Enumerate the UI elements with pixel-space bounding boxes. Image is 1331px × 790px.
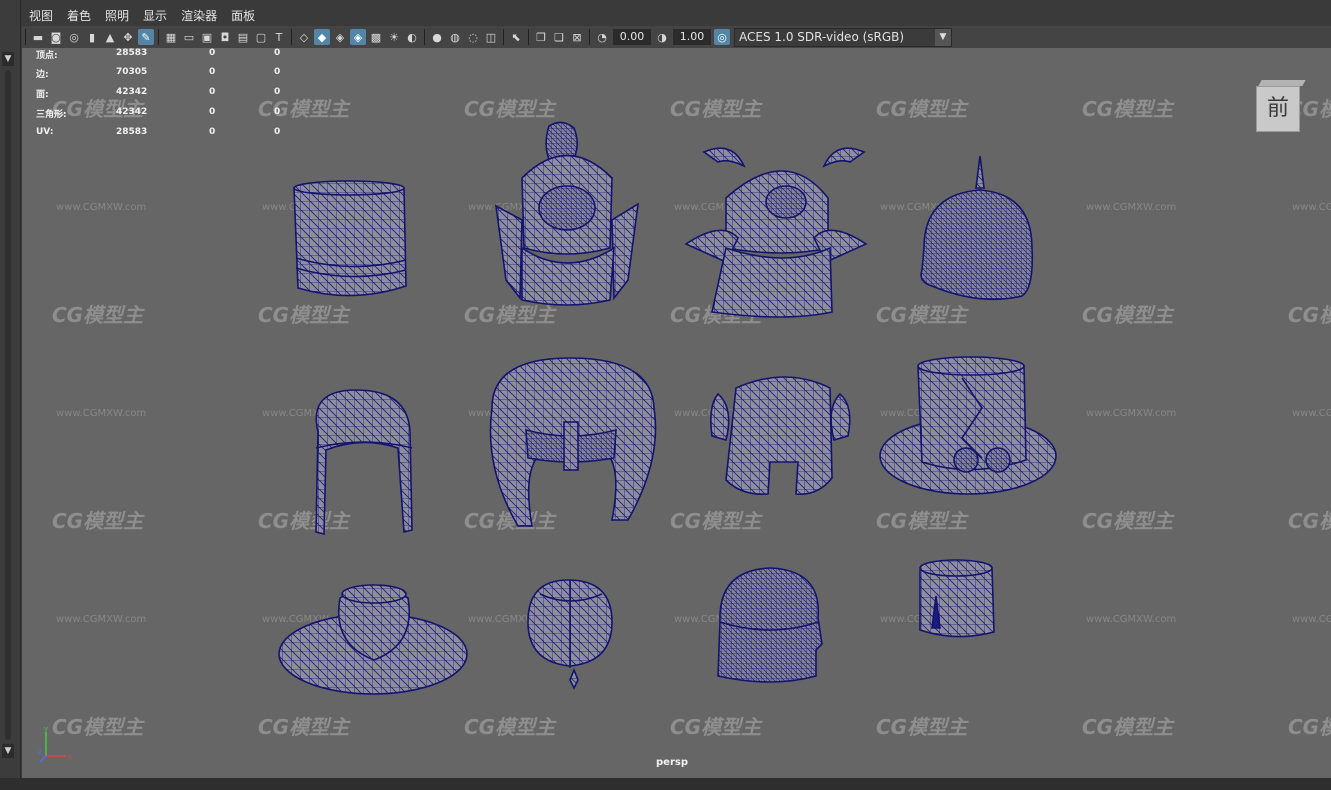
xray-icon[interactable]: ❐ [533, 29, 549, 45]
scroll-down-arrow-icon[interactable]: ▼ [2, 744, 14, 758]
menu-panels[interactable]: 面板 [224, 4, 262, 26]
camera-attributes-icon[interactable]: ◙ [48, 29, 64, 45]
camera-name-label: persp [656, 757, 688, 768]
motion-blur-icon[interactable]: ◍ [447, 29, 463, 45]
ambient-occlusion-icon[interactable]: ● [429, 29, 445, 45]
svg-text:x: x [68, 753, 72, 761]
cylinder-cap-model[interactable] [293, 180, 407, 297]
smooth-shade-icon[interactable]: ◆ [314, 29, 330, 45]
steampunk-top-hat-model[interactable] [879, 356, 1057, 495]
panel-toolbar: ▬ ◙ ◎ ▮ ▲ ✥ ✎ ▦ ▭ ▣ ◘ ▤ ▢ T ◇ ◆ ◈ ◈ ▩ ☀ … [22, 26, 1331, 48]
wireframe-icon[interactable]: ◇ [296, 29, 312, 45]
field-chart-icon[interactable]: ▤ [235, 29, 251, 45]
toolbar-divider [158, 29, 159, 45]
film-gate-icon[interactable]: ▭ [181, 29, 197, 45]
toolbar-divider [291, 29, 292, 45]
timeline-strip [0, 778, 1331, 790]
bookmark-icon[interactable]: ▮ [84, 29, 100, 45]
use-lights-icon[interactable]: ☀ [386, 29, 402, 45]
toolbar-divider [528, 29, 529, 45]
axis-gizmo-icon: y x z [38, 725, 72, 763]
toolbar-divider [503, 29, 504, 45]
flared-hood-model[interactable] [489, 357, 657, 527]
samurai-kabuto-model[interactable] [684, 147, 868, 318]
pickelhaube-model[interactable] [920, 155, 1034, 301]
hooded-cap-model[interactable] [717, 567, 823, 683]
menu-show[interactable]: 显示 [136, 4, 174, 26]
open-helmet-model[interactable] [315, 389, 413, 536]
view-cube[interactable]: 前 [1256, 80, 1306, 132]
isolate-select-icon[interactable]: ⊠ [569, 29, 585, 45]
grid-icon[interactable]: ▦ [163, 29, 179, 45]
svg-text:z: z [38, 748, 42, 756]
vertical-scrollbar[interactable] [5, 70, 11, 740]
skull-cap-model[interactable] [527, 579, 613, 690]
safe-title-icon[interactable]: T [271, 29, 287, 45]
panel-menu-bar: 视图 着色 照明 显示 渲染器 面板 [22, 4, 262, 26]
scroll-up-arrow-icon[interactable]: ▼ [2, 52, 14, 66]
color-space-label: ACES 1.0 SDR-video (sRGB) [739, 30, 905, 44]
xray-active-icon[interactable]: ❏ [551, 29, 567, 45]
color-space-dropdown[interactable]: ACES 1.0 SDR-video (sRGB) ▼ [734, 27, 952, 47]
horned-helmet-model[interactable] [710, 376, 851, 496]
grease-pencil-icon[interactable]: ✎ [138, 29, 154, 45]
depth-of-field-icon[interactable]: ◫ [483, 29, 499, 45]
color-management-icon[interactable]: ◎ [714, 29, 730, 45]
shadows-icon[interactable]: ◐ [404, 29, 420, 45]
resolution-gate-icon[interactable]: ▣ [199, 29, 215, 45]
scene-models [278, 121, 1057, 695]
menu-renderer[interactable]: 渲染器 [174, 4, 224, 26]
exposure-field[interactable]: 0.00 [613, 29, 651, 45]
chevron-down-icon[interactable]: ▼ [935, 28, 951, 46]
menu-view[interactable]: 视图 [22, 4, 60, 26]
fez-model[interactable] [919, 559, 995, 638]
exposure-icon: ◔ [597, 30, 607, 44]
select-camera-icon[interactable]: ⬉ [508, 29, 524, 45]
toolbar-divider [424, 29, 425, 45]
3d-viewport[interactable]: CG模型主CG模型主CG模型主CG模型主CG模型主CG模型主CG模型主CG模型主… [22, 48, 1331, 778]
anti-alias-icon[interactable]: ◌ [465, 29, 481, 45]
image-plane-icon[interactable]: ▲ [102, 29, 118, 45]
camera-lock-icon[interactable]: ◎ [66, 29, 82, 45]
ornate-kabuto-model[interactable] [494, 121, 640, 306]
pan-zoom-icon[interactable]: ✥ [120, 29, 136, 45]
menu-shading[interactable]: 着色 [60, 4, 98, 26]
wireframe-on-shaded-icon[interactable]: ◈ [350, 29, 366, 45]
safe-action-icon[interactable]: ▢ [253, 29, 269, 45]
toolbar-divider [25, 29, 26, 45]
gamma-icon: ◑ [657, 30, 667, 44]
gamma-field[interactable]: 1.00 [673, 29, 711, 45]
textured-icon[interactable]: ▩ [368, 29, 384, 45]
gate-mask-icon[interactable]: ◘ [217, 29, 233, 45]
menu-lighting[interactable]: 照明 [98, 4, 136, 26]
wide-brim-hat-model[interactable] [278, 584, 468, 695]
toolbar-divider [589, 29, 590, 45]
default-material-icon[interactable]: ◈ [332, 29, 348, 45]
camera-icon[interactable]: ▬ [30, 29, 46, 45]
left-panel-strip: ▼ ▼ [0, 0, 21, 790]
view-cube-front-face[interactable]: 前 [1256, 86, 1300, 132]
svg-text:y: y [44, 725, 48, 733]
